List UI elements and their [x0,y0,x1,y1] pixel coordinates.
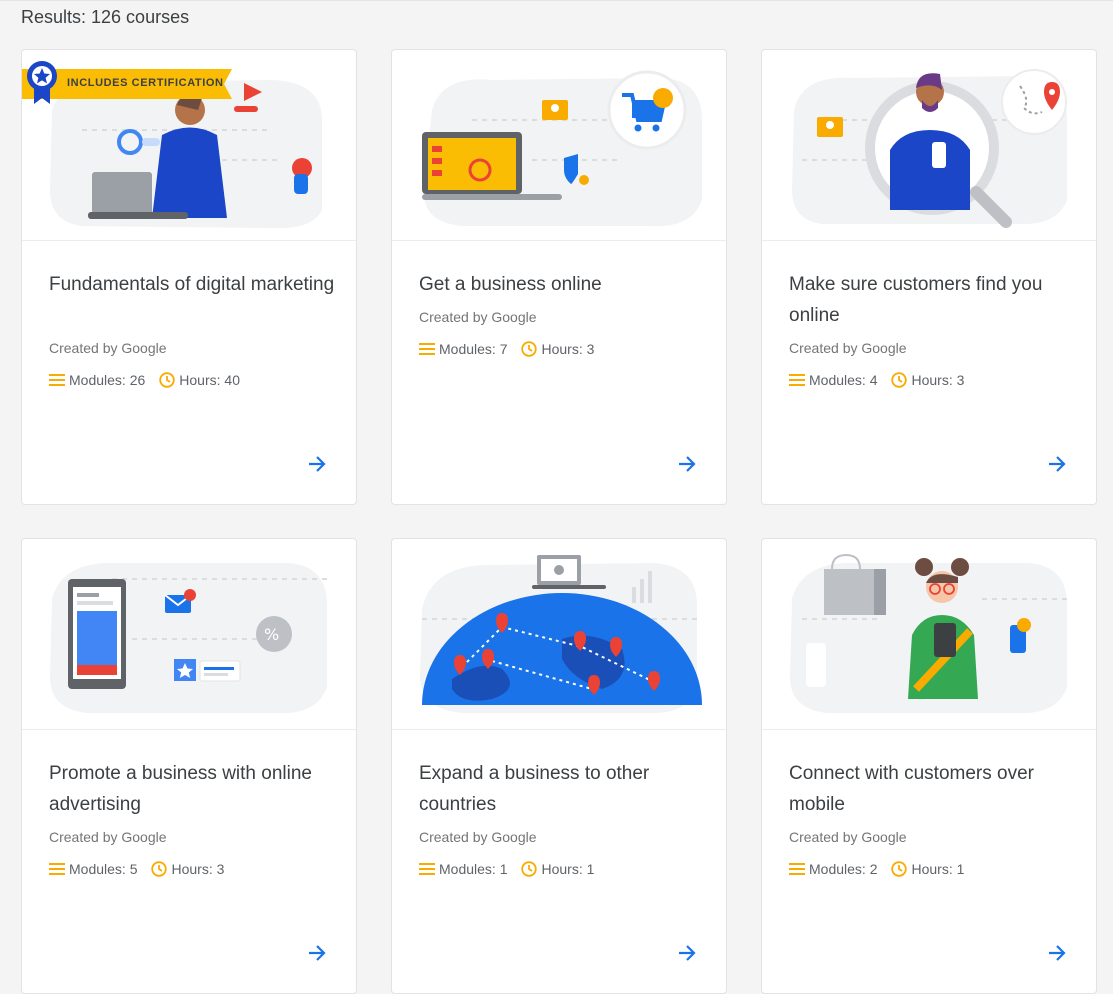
list-icon [49,374,65,386]
course-card[interactable]: % Promote a business with online adverti… [21,538,357,994]
clock-icon [521,861,538,877]
course-meta: Modules: 4 Hours: 3 [789,372,964,388]
clock-icon [151,861,168,877]
course-meta: Modules: 2 Hours: 1 [789,861,964,877]
course-meta: Modules: 7 Hours: 3 [419,341,594,357]
course-card[interactable]: Connect with customers over mobile Creat… [761,538,1097,994]
course-card[interactable]: Expand a business to other countries Cre… [391,538,727,994]
hours-count: Hours: 3 [541,341,595,357]
clock-icon [891,861,908,877]
clock-icon [521,341,538,357]
course-thumbnail [762,539,1096,730]
course-meta: Modules: 26 Hours: 40 [49,372,240,388]
globe-pins-illustration [420,555,702,714]
hours-count: Hours: 1 [541,861,595,877]
top-divider [0,0,1113,1]
hours-count: Hours: 1 [911,861,965,877]
course-thumbnail [392,539,726,730]
arrow-right-icon[interactable] [306,453,328,475]
results-count: Results: 126 courses [21,7,190,27]
course-title: Get a business online [419,274,602,295]
course-title: Expand a business to other countries [419,763,650,815]
hours-count: Hours: 40 [179,372,240,388]
course-thumbnail [392,50,726,241]
course-thumbnail [762,50,1096,241]
arrow-right-icon[interactable] [676,942,698,964]
modules-count: Modules: 1 [439,861,508,877]
course-grid: INCLUDES CERTIFICATION Fundamentals of d… [21,49,1101,994]
certification-medal-icon [27,61,57,104]
course-card[interactable]: Make sure customers find you online Crea… [761,49,1097,505]
arrow-right-icon[interactable] [676,453,698,475]
course-card[interactable]: INCLUDES CERTIFICATION Fundamentals of d… [21,49,357,505]
course-title: Make sure customers find you online [789,274,1043,326]
person-phone-illustration [790,553,1072,714]
course-title: Promote a business with online advertisi… [49,763,312,815]
list-icon [49,863,65,875]
certification-label: INCLUDES CERTIFICATION [67,77,224,89]
clock-icon [891,372,908,388]
hours-count: Hours: 3 [171,861,225,877]
list-icon [789,374,805,386]
modules-count: Modules: 26 [69,372,146,388]
modules-count: Modules: 7 [439,341,508,357]
course-creator: Created by Google [789,340,907,356]
hours-count: Hours: 3 [911,372,965,388]
course-creator: Created by Google [49,829,167,845]
modules-count: Modules: 2 [809,861,878,877]
modules-count: Modules: 4 [809,372,878,388]
arrow-right-icon[interactable] [306,942,328,964]
course-title: Connect with customers over mobile [789,763,1034,815]
course-creator: Created by Google [419,309,537,325]
course-creator: Created by Google [49,340,167,356]
course-meta: Modules: 5 Hours: 3 [49,861,224,877]
course-meta: Modules: 1 Hours: 1 [419,861,594,877]
course-creator: Created by Google [419,829,537,845]
arrow-right-icon[interactable] [1046,942,1068,964]
list-icon [789,863,805,875]
modules-count: Modules: 5 [69,861,138,877]
list-icon [419,863,435,875]
course-card[interactable]: Get a business online Created by Google … [391,49,727,505]
course-creator: Created by Google [789,829,907,845]
list-icon [419,343,435,355]
magnifier-person-illustration [792,69,1067,228]
phone-ad-illustration: % [50,562,332,714]
course-thumbnail: % [22,539,356,730]
svg-text:%: % [264,625,279,644]
course-title: Fundamentals of digital marketing [49,274,335,295]
clock-icon [159,372,175,388]
arrow-right-icon[interactable] [1046,453,1068,475]
laptop-shopping-cart-illustration [422,70,702,227]
